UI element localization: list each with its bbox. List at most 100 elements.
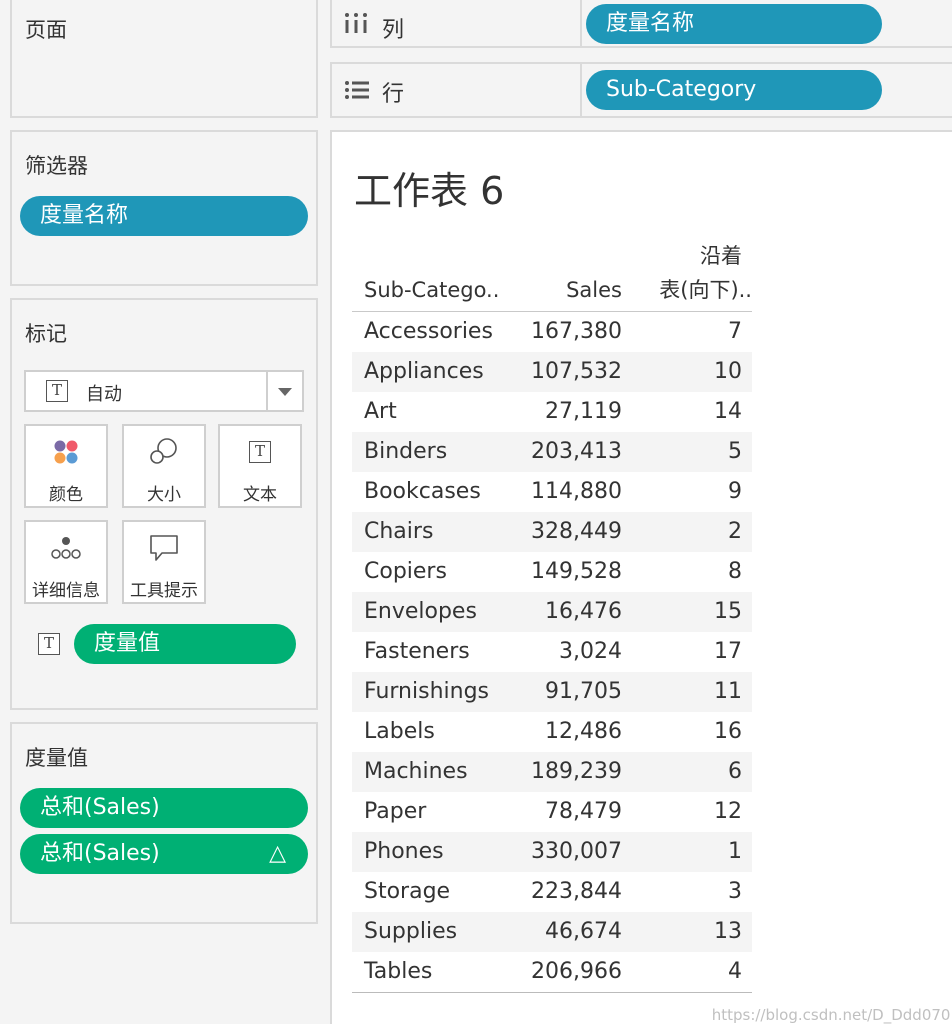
table-row[interactable]: Appliances 107,532 10 bbox=[352, 352, 752, 392]
cell-rank: 9 bbox=[728, 479, 742, 504]
cell-sales: 46,674 bbox=[545, 919, 622, 944]
table-body: Accessories 167,380 7 Appliances 107,532 10 Ar… bbox=[352, 312, 752, 992]
table-row[interactable]: Phones 330,007 1 bbox=[352, 832, 752, 872]
table-row[interactable]: Labels 12,486 16 bbox=[352, 712, 752, 752]
cell-rank: 11 bbox=[714, 679, 742, 704]
columns-icon bbox=[344, 12, 368, 38]
measure-values-panel: 度量值 总和(Sales) 总和(Sales) △ bbox=[10, 722, 318, 924]
cell-sub-category: Machines bbox=[364, 759, 468, 784]
chevron-down-icon[interactable] bbox=[278, 388, 292, 396]
cell-rank: 3 bbox=[728, 879, 742, 904]
cell-sub-category: Supplies bbox=[364, 919, 458, 944]
table-row[interactable]: Copiers 149,528 8 bbox=[352, 552, 752, 592]
filter-pill-measure-names[interactable]: 度量名称 bbox=[20, 196, 308, 236]
columns-pill-measure-names[interactable]: 度量名称 bbox=[586, 4, 882, 44]
header-sales[interactable]: Sales bbox=[566, 278, 622, 302]
rows-icon bbox=[344, 80, 370, 104]
cell-sub-category: Copiers bbox=[364, 559, 447, 584]
cell-sales: 167,380 bbox=[531, 319, 622, 344]
cell-sales: 78,479 bbox=[545, 799, 622, 824]
cell-rank: 4 bbox=[728, 959, 742, 984]
text-mark-icon: T bbox=[46, 380, 68, 402]
rows-pill-label: Sub-Category bbox=[606, 77, 757, 102]
color-button[interactable]: 颜色 bbox=[24, 424, 108, 508]
cell-sales: 91,705 bbox=[545, 679, 622, 704]
text-t-icon: T bbox=[249, 441, 271, 463]
cell-rank: 14 bbox=[714, 399, 742, 424]
cell-sub-category: Labels bbox=[364, 719, 435, 744]
size-circles-icon bbox=[124, 438, 204, 466]
mark-type-dropdown[interactable]: T 自动 bbox=[24, 370, 304, 412]
cell-sub-category: Envelopes bbox=[364, 599, 477, 624]
cell-sales: 16,476 bbox=[545, 599, 622, 624]
table-row[interactable]: Envelopes 16,476 15 bbox=[352, 592, 752, 632]
table-row[interactable]: Fasteners 3,024 17 bbox=[352, 632, 752, 672]
shelf-separator bbox=[580, 0, 582, 46]
cell-sub-category: Fasteners bbox=[364, 639, 470, 664]
header-rank-line1[interactable]: 沿着 bbox=[700, 240, 742, 270]
table-row[interactable]: Furnishings 91,705 11 bbox=[352, 672, 752, 712]
table-row[interactable]: Art 27,119 14 bbox=[352, 392, 752, 432]
cell-rank: 8 bbox=[728, 559, 742, 584]
tooltip-button[interactable]: 工具提示 bbox=[122, 520, 206, 604]
mark-field-pill-label: 度量值 bbox=[94, 631, 161, 656]
cell-sub-category: Binders bbox=[364, 439, 448, 464]
cell-sales: 114,880 bbox=[531, 479, 622, 504]
cell-rank: 7 bbox=[728, 319, 742, 344]
size-button[interactable]: 大小 bbox=[122, 424, 206, 508]
cell-rank: 16 bbox=[714, 719, 742, 744]
crosstab-table: Sub-Catego.. Sales 沿着 表(向下).. Accessorie… bbox=[352, 232, 752, 993]
cell-sub-category: Paper bbox=[364, 799, 427, 824]
cell-sub-category: Accessories bbox=[364, 319, 493, 344]
cell-rank: 5 bbox=[728, 439, 742, 464]
sheet-title: 工作表 6 bbox=[354, 169, 505, 213]
cell-sales: 12,486 bbox=[545, 719, 622, 744]
columns-label: 列 bbox=[382, 18, 405, 43]
tooltip-button-label: 工具提示 bbox=[130, 581, 198, 601]
cell-rank: 1 bbox=[728, 839, 742, 864]
table-row[interactable]: Tables 206,966 4 bbox=[352, 952, 752, 992]
delta-icon: △ bbox=[269, 841, 286, 866]
cell-sales: 27,119 bbox=[545, 399, 622, 424]
measure-values-title: 度量值 bbox=[25, 746, 88, 770]
measure-pill-sum-sales[interactable]: 总和(Sales) bbox=[20, 788, 308, 828]
cell-rank: 2 bbox=[728, 519, 742, 544]
rows-label: 行 bbox=[382, 82, 405, 107]
table-row[interactable]: Supplies 46,674 13 bbox=[352, 912, 752, 952]
shelf-separator bbox=[580, 64, 582, 116]
rows-shelf[interactable]: 行 Sub-Category bbox=[330, 62, 952, 118]
table-row[interactable]: Binders 203,413 5 bbox=[352, 432, 752, 472]
cell-sales: 149,528 bbox=[531, 559, 622, 584]
color-dots-icon bbox=[26, 438, 106, 466]
measure-pill-sum-sales-table-calc[interactable]: 总和(Sales) △ bbox=[20, 834, 308, 874]
rows-pill-sub-category[interactable]: Sub-Category bbox=[586, 70, 882, 110]
cell-sub-category: Storage bbox=[364, 879, 451, 904]
table-row[interactable]: Machines 189,239 6 bbox=[352, 752, 752, 792]
cell-rank: 17 bbox=[714, 639, 742, 664]
text-button-label: 文本 bbox=[243, 485, 277, 505]
header-sub-category[interactable]: Sub-Catego.. bbox=[364, 278, 499, 302]
table-row[interactable]: Storage 223,844 3 bbox=[352, 872, 752, 912]
cell-sales: 107,532 bbox=[531, 359, 622, 384]
mark-field-pill-measure-values[interactable]: 度量值 bbox=[74, 624, 296, 664]
marks-title: 标记 bbox=[25, 322, 67, 346]
cell-sub-category: Furnishings bbox=[364, 679, 489, 704]
detail-button[interactable]: 详细信息 bbox=[24, 520, 108, 604]
detail-dots-icon bbox=[26, 534, 106, 562]
color-button-label: 颜色 bbox=[49, 485, 83, 505]
pages-panel: 页面 bbox=[10, 0, 318, 118]
header-rank-line2[interactable]: 表(向下).. bbox=[659, 274, 752, 304]
columns-shelf[interactable]: 列 度量名称 bbox=[330, 0, 952, 48]
text-button[interactable]: T 文本 bbox=[218, 424, 302, 508]
cell-rank: 15 bbox=[714, 599, 742, 624]
cell-rank: 13 bbox=[714, 919, 742, 944]
cell-rank: 6 bbox=[728, 759, 742, 784]
cell-sub-category: Phones bbox=[364, 839, 444, 864]
filters-panel[interactable]: 筛选器 度量名称 bbox=[10, 130, 318, 286]
table-row[interactable]: Chairs 328,449 2 bbox=[352, 512, 752, 552]
measure-pill-label: 总和(Sales) bbox=[40, 795, 160, 820]
table-row[interactable]: Accessories 167,380 7 bbox=[352, 312, 752, 352]
measure-pill-label: 总和(Sales) bbox=[40, 841, 160, 866]
table-row[interactable]: Paper 78,479 12 bbox=[352, 792, 752, 832]
table-row[interactable]: Bookcases 114,880 9 bbox=[352, 472, 752, 512]
